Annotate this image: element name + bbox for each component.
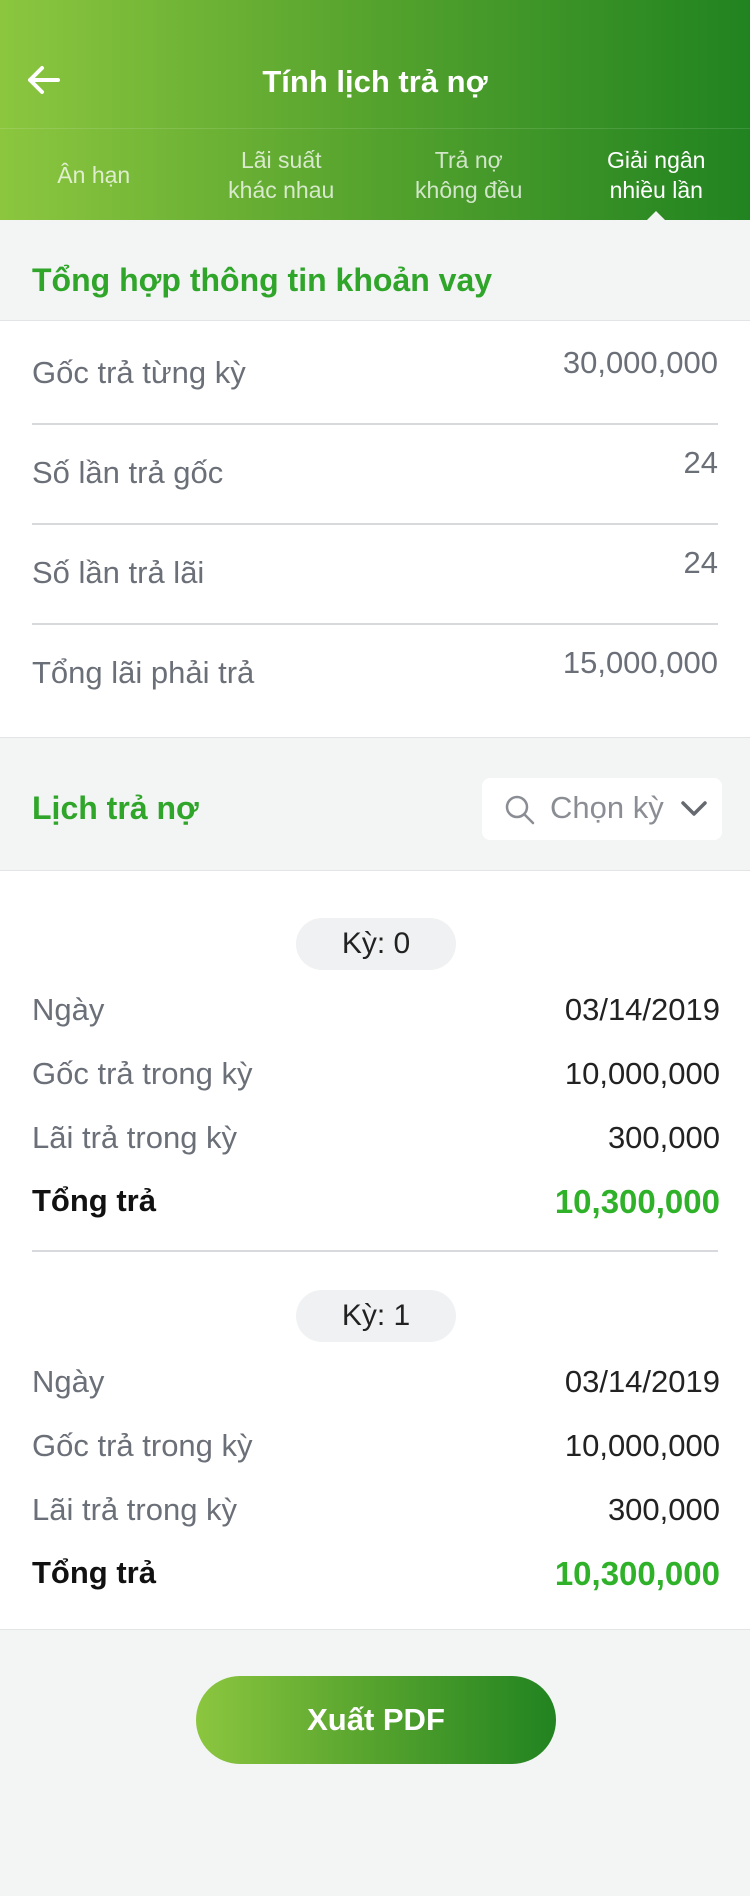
period-row-principal: Gốc trả trong kỳ 10,000,000 <box>32 1422 720 1472</box>
row-value: 10,000,000 <box>564 1428 720 1463</box>
select-placeholder: Chọn kỳ <box>550 790 664 825</box>
period-row-date: Ngày 03/14/2019 <box>32 1358 720 1408</box>
row-label: Tổng trả <box>32 1183 156 1218</box>
row-label: Ngày <box>32 992 105 1027</box>
app-header: Tính lịch trả nợ Ân hạn Lãi suất khác nh… <box>0 0 750 222</box>
row-label: Lãi trả trong kỳ <box>32 1120 238 1155</box>
nav-bar: Tính lịch trả nợ <box>0 0 750 128</box>
divider <box>0 737 750 738</box>
period-badge: Kỳ: 1 <box>296 1290 456 1342</box>
tab-label: Ân hạn <box>57 162 131 188</box>
page-title: Tính lịch trả nợ <box>262 64 488 99</box>
row-value: 300,000 <box>607 1492 720 1527</box>
row-label: Số lần trả lãi <box>32 555 205 590</box>
row-value: 03/14/2019 <box>564 992 720 1027</box>
row-label: Số lần trả gốc <box>32 455 224 490</box>
chevron-down-icon <box>681 801 707 816</box>
tab-irregular-payment[interactable]: Trả nợ không đều <box>375 129 563 221</box>
divider <box>0 1629 750 1630</box>
row-value: 15,000,000 <box>562 645 718 680</box>
tab-label: Trả nợ không đều <box>415 147 523 203</box>
schedule-title: Lịch trả nợ <box>32 790 199 826</box>
summary-title: Tổng hợp thông tin khoản vay <box>32 262 493 298</box>
row-value: 03/14/2019 <box>564 1364 720 1399</box>
divider <box>32 1250 718 1252</box>
row-value: 30,000,000 <box>562 345 718 380</box>
export-pdf-button[interactable]: Xuất PDF <box>196 1676 556 1764</box>
row-value: 24 <box>683 545 718 580</box>
period-select[interactable]: Chọn kỳ <box>482 778 722 840</box>
row-value: 10,000,000 <box>564 1056 720 1091</box>
summary-panel: Gốc trả từng kỳ 30,000,000 Số lần trả gố… <box>0 321 750 737</box>
row-value: 10,300,000 <box>554 1183 720 1220</box>
tab-label: Giải ngân nhiều lần <box>607 147 706 203</box>
row-label: Gốc trả trong kỳ <box>32 1428 253 1463</box>
row-value: 24 <box>683 445 718 480</box>
period-row-interest: Lãi trả trong kỳ 300,000 <box>32 1114 720 1164</box>
period-row-total: Tổng trả 10,300,000 <box>32 1549 720 1599</box>
row-value: 300,000 <box>607 1120 720 1155</box>
tab-grace-period[interactable]: Ân hạn <box>0 129 188 221</box>
row-label: Ngày <box>32 1364 105 1399</box>
active-tab-indicator <box>645 211 668 222</box>
period-row-interest: Lãi trả trong kỳ 300,000 <box>32 1486 720 1536</box>
summary-row-principal-count: Số lần trả gốc 24 <box>32 421 718 521</box>
tab-multiple-disbursement[interactable]: Giải ngân nhiều lần <box>563 129 750 222</box>
period-row-principal: Gốc trả trong kỳ 10,000,000 <box>32 1050 720 1100</box>
period-badge: Kỳ: 0 <box>296 918 456 970</box>
period-row-total: Tổng trả 10,300,000 <box>32 1177 720 1227</box>
schedule-panel: Kỳ: 0 Ngày 03/14/2019 Gốc trả trong kỳ 1… <box>0 871 750 1629</box>
row-label: Tổng trả <box>32 1555 156 1590</box>
summary-row-interest-count: Số lần trả lãi 24 <box>32 521 718 621</box>
period-row-date: Ngày 03/14/2019 <box>32 986 720 1036</box>
tab-different-rates[interactable]: Lãi suất khác nhau <box>188 129 376 221</box>
tab-bar: Ân hạn Lãi suất khác nhau Trả nợ không đ… <box>0 128 750 222</box>
tab-label: Lãi suất khác nhau <box>228 147 335 203</box>
search-icon <box>505 795 535 825</box>
summary-row-total-interest: Tổng lãi phải trả 15,000,000 <box>32 621 718 721</box>
summary-row-principal: Gốc trả từng kỳ 30,000,000 <box>32 321 718 421</box>
row-label: Tổng lãi phải trả <box>32 655 255 690</box>
row-label: Lãi trả trong kỳ <box>32 1492 238 1527</box>
row-label: Gốc trả trong kỳ <box>32 1056 253 1091</box>
row-label: Gốc trả từng kỳ <box>32 355 246 390</box>
row-value: 10,300,000 <box>554 1555 720 1592</box>
